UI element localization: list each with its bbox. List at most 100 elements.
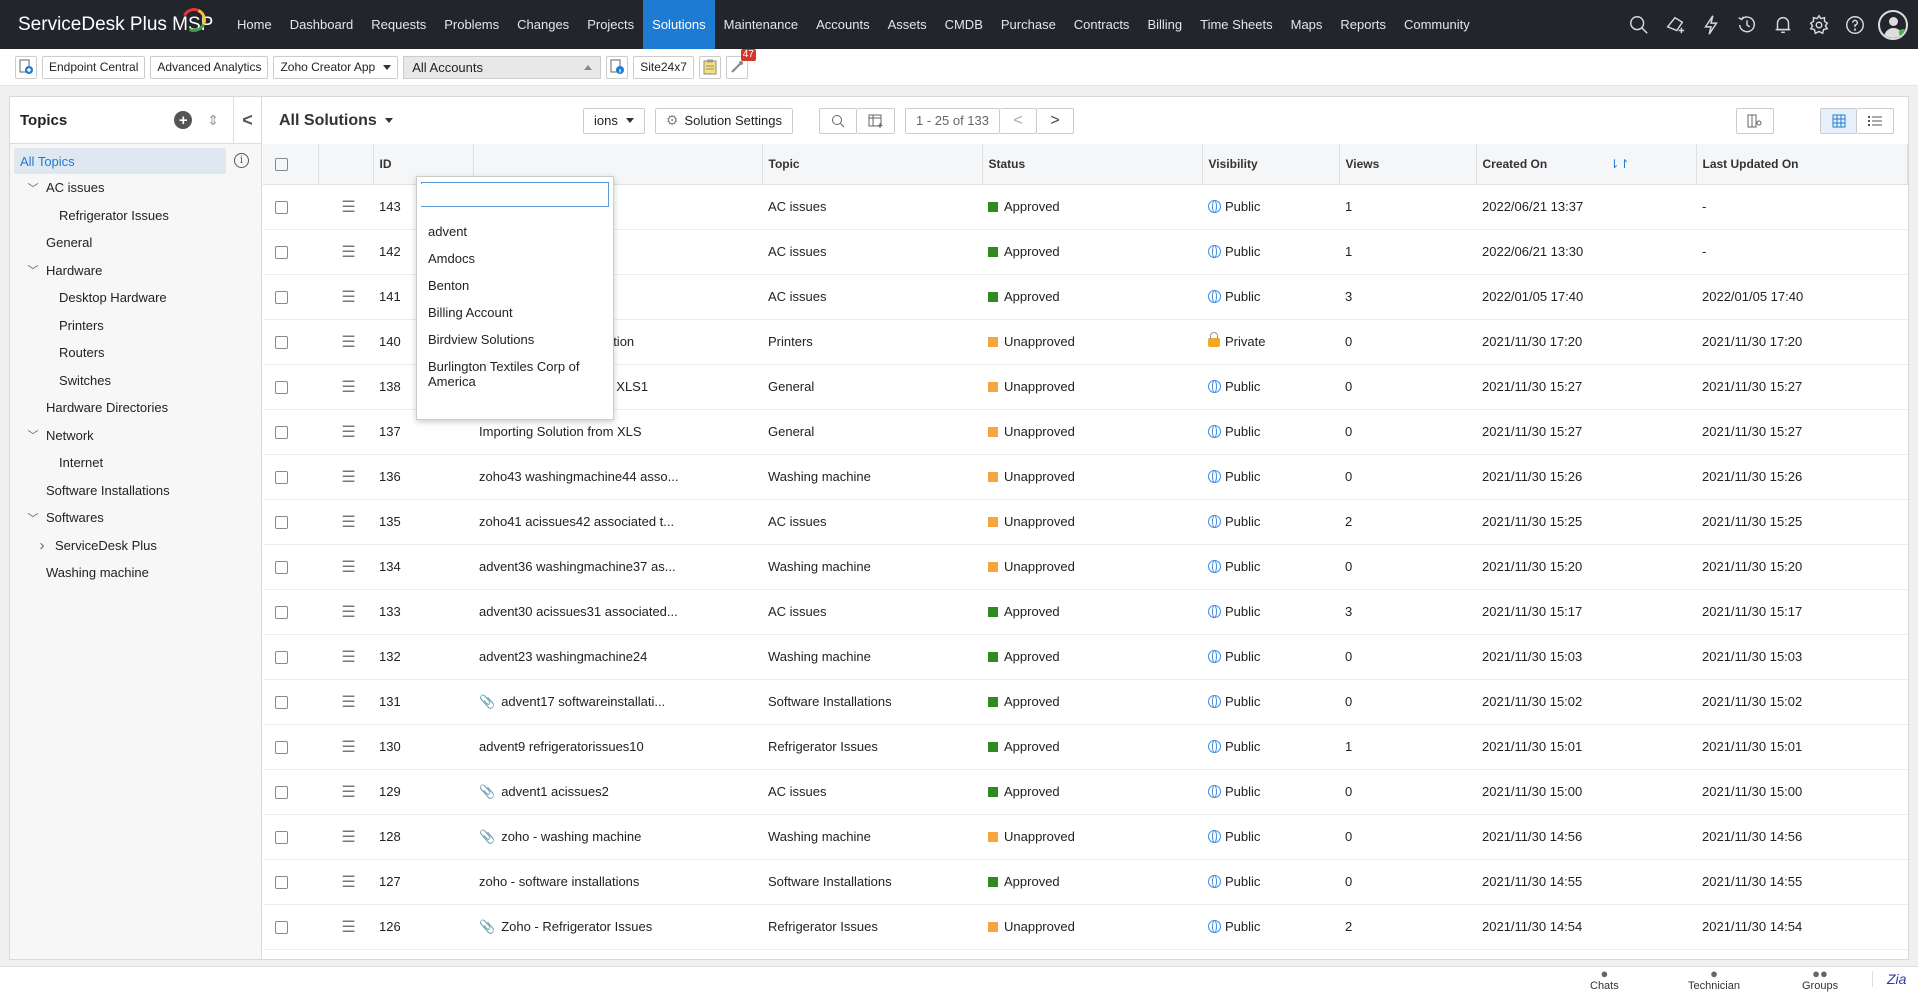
nav-maintenance[interactable]: Maintenance <box>715 0 807 49</box>
table-row[interactable]: ☰ 136 zoho43 washingmachine44 asso... Washi… <box>263 454 1908 500</box>
account-option[interactable]: advent <box>417 218 613 245</box>
solution-title[interactable]: zoho41 acissues42 associated t... <box>479 514 674 529</box>
topic-internet[interactable]: Internet <box>10 449 261 477</box>
nav-maps[interactable]: Maps <box>1282 0 1332 49</box>
row-checkbox[interactable] <box>275 291 288 305</box>
list-view-button[interactable] <box>1857 108 1894 134</box>
row-checkbox[interactable] <box>275 786 288 800</box>
advanced-analytics-button[interactable]: Advanced Analytics <box>150 55 269 79</box>
nav-solutions[interactable]: Solutions <box>643 0 715 49</box>
technician-button[interactable]: ● Technician <box>1688 967 1740 992</box>
solution-title[interactable]: Importing Solution from XLS <box>479 424 642 439</box>
help-icon[interactable] <box>1842 12 1868 38</box>
row-menu-icon[interactable]: ☰ <box>341 199 355 216</box>
row-checkbox[interactable] <box>275 201 288 215</box>
table-row[interactable]: ☰ 132 advent23 washingmachine24 Washing mac… <box>263 634 1908 680</box>
groups-button[interactable]: ●● Groups <box>1802 967 1838 992</box>
row-menu-icon[interactable]: ☰ <box>341 334 355 351</box>
row-checkbox[interactable] <box>275 651 288 665</box>
cell-title[interactable]: zoho - software installations <box>473 859 762 905</box>
chevron-down-icon[interactable]: ﹀ <box>26 510 40 526</box>
row-menu-icon[interactable]: ☰ <box>341 784 355 801</box>
cell-title[interactable]: 📎 advent1 acissues2 <box>473 769 762 815</box>
account-search-input[interactable] <box>421 183 602 206</box>
chats-button[interactable]: ● Chats <box>1590 967 1619 992</box>
row-checkbox[interactable] <box>275 246 288 260</box>
search-icon[interactable] <box>1626 12 1652 38</box>
chevron-right-icon[interactable]: › <box>35 537 49 554</box>
nav-requests[interactable]: Requests <box>362 0 435 49</box>
search-button[interactable] <box>819 107 857 134</box>
nav-dashboard[interactable]: Dashboard <box>281 0 363 49</box>
view-selector[interactable]: All Solutions <box>263 112 583 130</box>
topic-general[interactable]: General <box>10 229 261 257</box>
account-option[interactable]: Benton <box>417 272 613 299</box>
notifications-icon[interactable] <box>1770 12 1796 38</box>
cell-title[interactable]: zoho43 washingmachine44 asso... <box>473 454 762 500</box>
cell-title[interactable]: 📎 Zoho - Refrigerator Issues <box>473 904 762 950</box>
nav-cmdb[interactable]: CMDB <box>936 0 992 49</box>
notes-icon[interactable] <box>698 55 721 79</box>
cell-title[interactable]: advent23 washingmachine24 <box>473 634 762 680</box>
topic-all-topics[interactable]: All Topics <box>14 148 226 174</box>
column-header-visibility[interactable]: Visibility <box>1202 144 1340 185</box>
row-menu-icon[interactable]: ☰ <box>341 919 355 936</box>
zoho-creator-dropdown[interactable]: Zoho Creator App <box>273 55 399 79</box>
topic-refrigerator-issues[interactable]: Refrigerator Issues <box>10 202 261 230</box>
cell-title[interactable]: advent30 acissues31 associated... <box>473 589 762 635</box>
row-checkbox[interactable] <box>275 561 288 575</box>
row-menu-icon[interactable]: ☰ <box>341 469 355 486</box>
account-option[interactable]: Amdocs <box>417 245 613 272</box>
site24x7-button[interactable]: Site24x7 <box>633 55 694 79</box>
row-menu-icon[interactable]: ☰ <box>341 739 355 756</box>
solution-title[interactable]: advent30 acissues31 associated... <box>479 604 678 619</box>
app-logo[interactable]: ServiceDesk Plus MSP <box>0 4 228 36</box>
row-menu-icon[interactable]: ☰ <box>341 559 355 576</box>
new-document-icon[interactable] <box>15 55 37 79</box>
row-menu-icon[interactable]: ☰ <box>341 379 355 396</box>
column-header-last-updated[interactable]: Last Updated On <box>1696 144 1908 185</box>
actions-dropdown[interactable]: ions <box>583 107 645 134</box>
solution-title[interactable]: advent1 acissues2 <box>501 784 609 799</box>
settings-icon[interactable] <box>1806 12 1832 38</box>
prev-page-button[interactable]: < <box>1000 107 1037 134</box>
row-menu-icon[interactable]: ☰ <box>341 424 355 441</box>
row-checkbox[interactable] <box>275 426 288 440</box>
nav-community[interactable]: Community <box>1395 0 1479 49</box>
nav-projects[interactable]: Projects <box>578 0 643 49</box>
row-checkbox[interactable] <box>275 336 288 350</box>
sort-icon[interactable]: ⇂↾ <box>1609 157 1629 171</box>
account-search-field[interactable] <box>421 182 609 207</box>
row-menu-icon[interactable]: ☰ <box>341 874 355 891</box>
row-checkbox[interactable] <box>275 381 288 395</box>
row-menu-icon[interactable]: ☰ <box>341 289 355 306</box>
account-option[interactable]: Burlington Textiles Corp of America <box>417 353 613 395</box>
row-checkbox[interactable] <box>275 921 288 935</box>
new-ticket-icon[interactable] <box>1662 12 1688 38</box>
chevron-down-icon[interactable]: ﹀ <box>26 262 40 278</box>
cell-title[interactable]: advent9 refrigeratorissues10 <box>473 724 762 770</box>
info-icon[interactable]: i <box>234 153 249 168</box>
account-option[interactable]: Birdview Solutions <box>417 326 613 353</box>
table-row[interactable]: ☰ 133 advent30 acissues31 associated... AC … <box>263 589 1908 635</box>
add-column-button[interactable] <box>857 107 895 134</box>
add-topic-icon[interactable]: + <box>174 111 193 129</box>
column-header-created-on[interactable]: Created On ⇂↾ <box>1476 144 1697 185</box>
sort-topics-icon[interactable]: ⇕ <box>207 112 219 129</box>
topic-softwares[interactable]: ﹀ Softwares <box>10 504 261 532</box>
account-option[interactable]: Billing Account <box>417 299 613 326</box>
solution-title[interactable]: Zoho - Refrigerator Issues <box>501 919 652 934</box>
collapse-sidebar-icon[interactable]: < <box>233 96 261 144</box>
table-row[interactable]: ☰ 128 📎 zoho - washing machine Washing machi… <box>263 814 1908 860</box>
topic-routers[interactable]: Routers <box>10 339 261 367</box>
nav-changes[interactable]: Changes <box>508 0 578 49</box>
row-checkbox[interactable] <box>275 876 288 890</box>
table-row[interactable]: ☰ 127 zoho - software installations Softwar… <box>263 859 1908 905</box>
row-menu-icon[interactable]: ☰ <box>341 829 355 846</box>
row-checkbox[interactable] <box>275 696 288 710</box>
account-select[interactable]: All Accounts <box>403 55 602 79</box>
quick-actions-icon[interactable] <box>1698 12 1724 38</box>
topic-washing-machine[interactable]: Washing machine <box>10 559 261 587</box>
table-row[interactable]: ☰ 129 📎 advent1 acissues2 AC issues Approved P… <box>263 769 1908 815</box>
topic-hardware[interactable]: ﹀ Hardware <box>10 257 261 285</box>
